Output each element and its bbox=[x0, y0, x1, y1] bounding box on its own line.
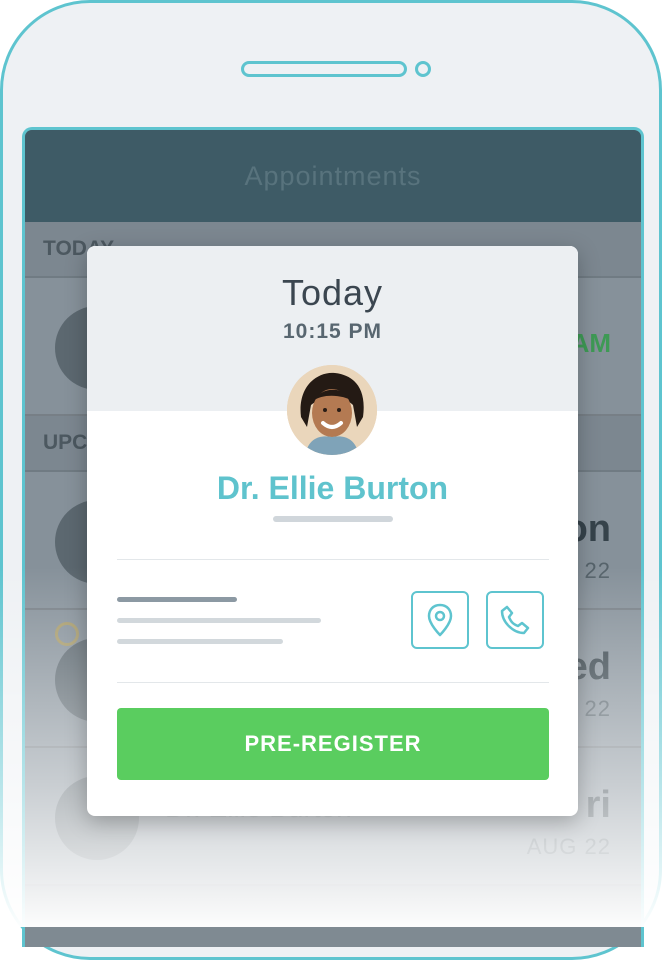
phone-button[interactable] bbox=[486, 591, 544, 649]
phone-speaker bbox=[241, 61, 407, 77]
pre-register-button[interactable]: PRE-REGISTER bbox=[117, 708, 549, 780]
appointment-date: 22 bbox=[584, 696, 611, 721]
name-underline bbox=[273, 516, 393, 522]
location-pin-icon bbox=[427, 603, 453, 637]
location-button[interactable] bbox=[411, 591, 469, 649]
placeholder-line bbox=[117, 639, 283, 644]
appointment-date: 22 bbox=[584, 558, 611, 583]
phone-icon bbox=[500, 605, 530, 635]
appointment-modal: Today 10:15 PM Dr. Ellie Burton PRE-REGI… bbox=[87, 246, 578, 816]
modal-time: 10:15 PM bbox=[282, 320, 383, 343]
divider bbox=[117, 559, 549, 560]
modal-day: Today bbox=[281, 272, 384, 313]
divider bbox=[117, 682, 549, 683]
doctor-name: Dr. Ellie Burton bbox=[216, 470, 449, 506]
phone-camera bbox=[415, 61, 431, 77]
app-header: Appointments bbox=[25, 130, 641, 222]
placeholder-line bbox=[117, 597, 237, 602]
clock-icon bbox=[55, 622, 79, 646]
appointment-day: ri bbox=[585, 784, 611, 826]
doctor-avatar bbox=[287, 365, 377, 455]
app-title: Appointments bbox=[244, 160, 422, 191]
appointment-date: AUG 22 bbox=[526, 834, 611, 859]
placeholder-line bbox=[117, 618, 321, 623]
